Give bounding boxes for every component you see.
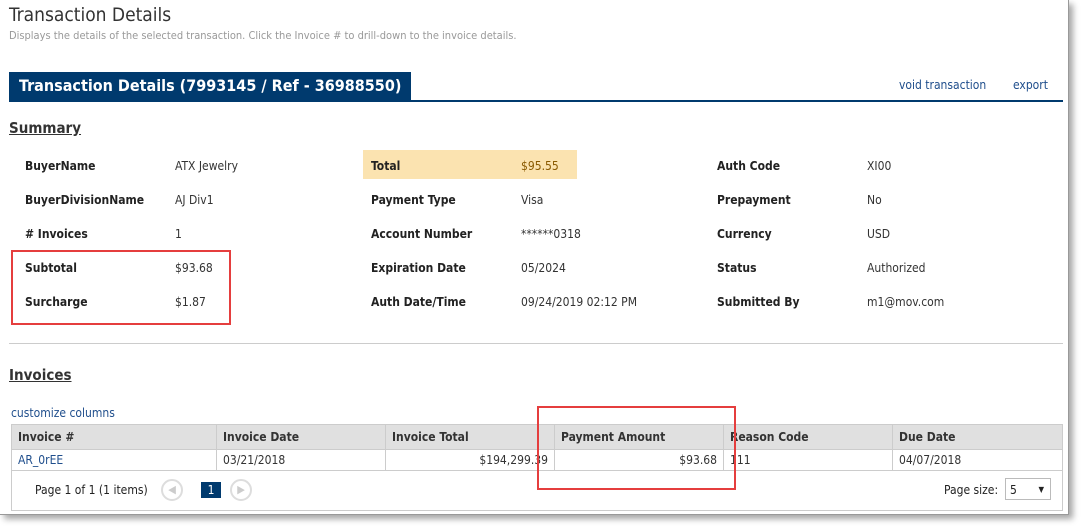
- panel-divider: [9, 100, 1063, 102]
- void-transaction-link[interactable]: void transaction: [899, 78, 986, 92]
- page-subtitle: Displays the details of the selected tra…: [9, 29, 517, 42]
- section-divider: [9, 343, 1063, 344]
- summary-value-buyerdivisionname: AJ Div1: [175, 193, 214, 207]
- annotation-box-subtotal: [11, 250, 231, 325]
- page-size-select[interactable]: 5 ▼: [1005, 478, 1051, 500]
- prev-page-icon[interactable]: ◀: [161, 479, 183, 501]
- summary-value-prepayment: No: [867, 193, 882, 207]
- summary-label-status: Status: [717, 261, 757, 275]
- summary-label-total: Total: [371, 159, 401, 173]
- col-invoice-number[interactable]: Invoice #: [11, 424, 217, 450]
- col-invoice-date[interactable]: Invoice Date: [216, 424, 386, 450]
- summary-value-auth-code: XI00: [867, 159, 892, 173]
- summary-label-currency: Currency: [717, 227, 772, 241]
- annotation-box-payment: [537, 406, 736, 490]
- summary-label-invoices: # Invoices: [25, 227, 88, 241]
- due-date: 04/07/2018: [892, 449, 1063, 471]
- summary-label-buyername: BuyerName: [25, 159, 96, 173]
- summary-label-payment-type: Payment Type: [371, 193, 456, 207]
- page-frame: Transaction Details Displays the details…: [0, 0, 1069, 515]
- summary-value-invoices: 1: [175, 227, 182, 241]
- col-due-date[interactable]: Due Date: [892, 424, 1063, 450]
- summary-label-submitted-by: Submitted By: [717, 295, 800, 309]
- summary-label-buyerdivisionname: BuyerDivisionName: [25, 193, 145, 207]
- summary-label-prepayment: Prepayment: [717, 193, 791, 207]
- summary-value-expiration-date: 05/2024: [521, 261, 566, 275]
- summary-value-status: Authorized: [867, 261, 926, 275]
- col-invoice-total[interactable]: Invoice Total: [385, 424, 555, 450]
- invoice-date: 03/21/2018: [216, 449, 386, 471]
- panel-title: Transaction Details (7993145 / Ref - 369…: [9, 72, 412, 100]
- summary-value-payment-type: Visa: [521, 193, 544, 207]
- summary-value-account-number: ******0318: [521, 227, 581, 241]
- next-page-icon[interactable]: ▶: [230, 479, 252, 501]
- col-reason-code[interactable]: Reason Code: [723, 424, 893, 450]
- summary-label-auth-code: Auth Code: [717, 159, 781, 173]
- page-size-label: Page size:: [944, 483, 999, 497]
- pager-info: Page 1 of 1 (1 items): [35, 483, 148, 497]
- summary-value-currency: USD: [867, 227, 891, 241]
- summary-value-submitted-by: m1@mov.com: [867, 295, 945, 309]
- customize-columns-link[interactable]: customize columns: [11, 406, 115, 420]
- invoices-heading: Invoices: [9, 366, 72, 384]
- page-1-button[interactable]: 1: [201, 482, 221, 498]
- invoice-total: $194,299.39: [385, 449, 555, 471]
- summary-label-expiration-date: Expiration Date: [371, 261, 466, 275]
- page-title: Transaction Details: [9, 4, 172, 26]
- export-link[interactable]: export: [1013, 78, 1048, 92]
- summary-label-auth-date-time: Auth Date/Time: [371, 295, 466, 309]
- reason-code: 111: [723, 449, 893, 471]
- summary-value-auth-date-time: 09/24/2019 02:12 PM: [521, 295, 638, 309]
- summary-value-buyername: ATX Jewelry: [175, 159, 238, 173]
- summary-heading: Summary: [9, 119, 82, 137]
- chevron-down-icon: ▼: [1038, 485, 1044, 494]
- summary-label-account-number: Account Number: [371, 227, 473, 241]
- summary-value-total: $95.55: [521, 159, 559, 173]
- page-size-value: 5: [1010, 483, 1017, 497]
- invoice-number-link[interactable]: AR_0rEE: [11, 449, 217, 471]
